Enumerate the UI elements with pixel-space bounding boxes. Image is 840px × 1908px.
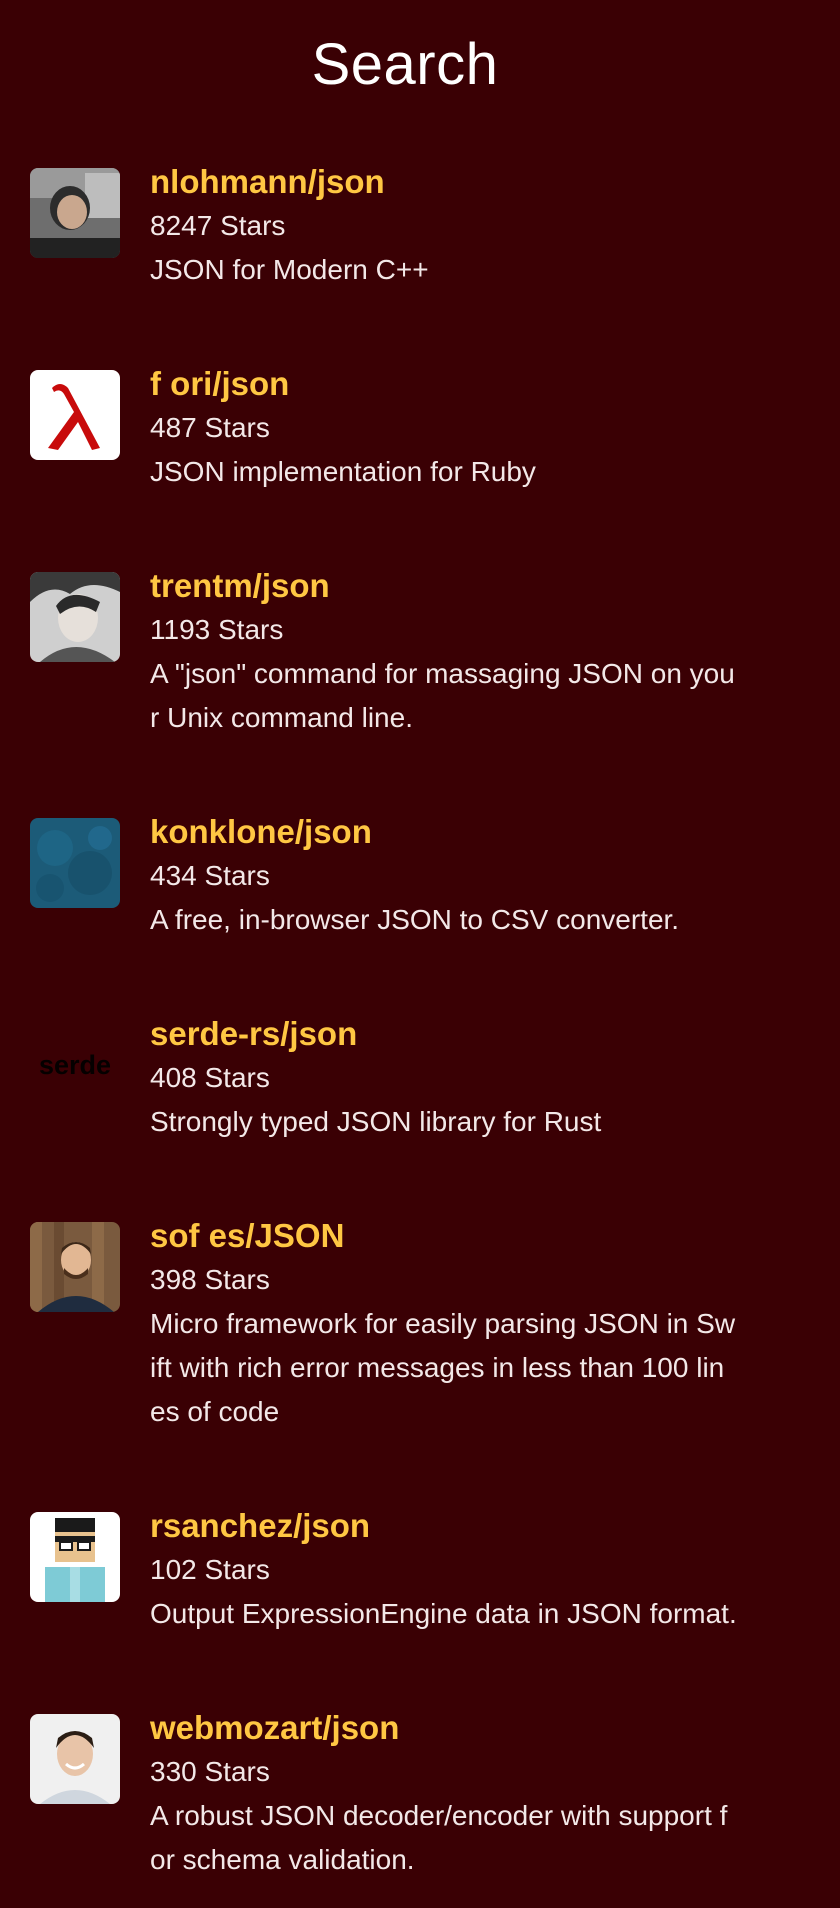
repo-stars: 434 Stars [150,860,270,891]
repo-description: A "json" command for massaging JSON on y… [150,658,735,733]
avatar[interactable]: serde [30,1020,120,1110]
repo-description: A free, in-browser JSON to CSV converter… [150,904,680,935]
avatar[interactable] [30,818,120,908]
repo-name[interactable]: konklone/json [150,810,790,854]
repo-stars: 102 Stars [150,1554,270,1585]
repo-description: JSON for Modern C++ [150,254,429,285]
blue-texture-icon [30,818,120,908]
repo-stars: 487 Stars [150,412,270,443]
page-title: Search [311,32,499,97]
avatar[interactable] [30,572,120,662]
user-photo-icon [30,1714,120,1804]
repo-description: A robust JSON decoder/encoder with suppo… [150,1800,728,1875]
repo-name[interactable]: webmozart/json [150,1706,790,1750]
repo-name[interactable]: f ori/json [150,362,790,406]
repo-stars: 408 Stars [150,1062,270,1093]
user-photo-icon [30,1222,120,1312]
repo-name[interactable]: rsanchez/json [150,1504,790,1548]
pixel-character-icon [30,1512,120,1602]
repo-name[interactable]: sof es/JSON [150,1214,790,1258]
repo-stars: 1193 Stars [150,614,284,645]
repo-name[interactable]: trentm/json [150,564,790,608]
user-photo-icon [30,168,120,258]
repo-stars: 398 Stars [150,1264,270,1295]
repo-name[interactable]: serde-rs/json [150,1012,790,1056]
repo-name[interactable]: nlohmann/json [150,160,790,204]
repo-stars: 330 Stars [150,1756,270,1787]
repo-description: Strongly typed JSON library for Rust [150,1106,602,1137]
avatar[interactable] [30,1512,120,1602]
repo-description: Output ExpressionEngine data in JSON for… [150,1598,737,1629]
avatar[interactable] [30,168,120,258]
repo-description: JSON implementation for Ruby [150,456,536,487]
avatar[interactable] [30,1222,120,1312]
avatar[interactable] [30,1714,120,1804]
repo-stars: 8247 Stars [150,210,286,241]
lambda-logo-icon [30,370,120,460]
serde-logo-icon: serde [39,1050,111,1080]
avatar[interactable] [30,370,120,460]
serde-logo-text: serde [39,1050,111,1080]
repo-description: Micro framework for easily parsing JSON … [150,1308,736,1427]
user-sketch-icon [30,572,120,662]
